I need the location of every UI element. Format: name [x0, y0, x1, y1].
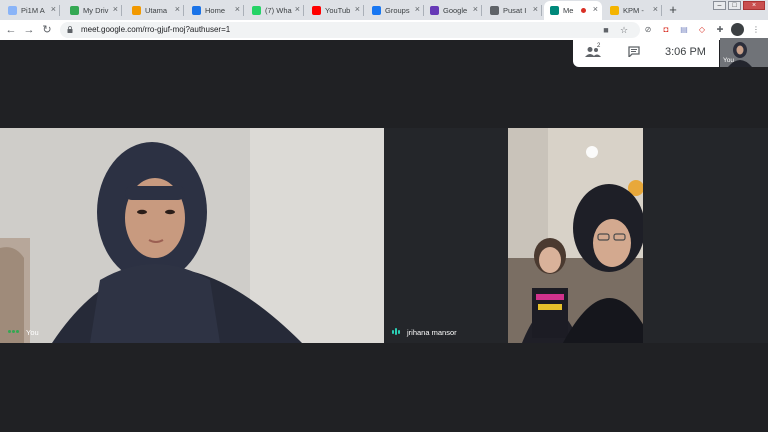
audio-indicator-icon: [754, 60, 766, 67]
tab-title: KPM -: [623, 6, 644, 15]
profile-avatar[interactable]: [731, 23, 744, 36]
tab-title: (7) Wha: [265, 6, 292, 15]
new-tab-button[interactable]: +: [666, 3, 680, 17]
browser-tab[interactable]: Groups ×: [366, 1, 424, 20]
video-tile-you[interactable]: You: [0, 128, 384, 343]
tab-strip: Pi1M A × My Driv × Utama × Home × (7) Wha × YouTub…: [0, 0, 768, 20]
tab-favicon-icon: [372, 6, 381, 15]
puzzle-icon[interactable]: ✚: [714, 24, 726, 36]
maximize-button[interactable]: □: [728, 1, 741, 10]
tab-favicon-icon: [70, 6, 79, 15]
forward-button[interactable]: →: [22, 23, 36, 37]
close-tab-icon[interactable]: ×: [51, 5, 56, 14]
extension-block-icon[interactable]: ⊘: [642, 24, 654, 36]
meeting-clock: 3:06 PM: [665, 46, 706, 58]
browser-tab[interactable]: YouTub ×: [306, 1, 364, 20]
close-tab-icon[interactable]: ×: [533, 5, 538, 14]
chat-icon[interactable]: [628, 46, 640, 57]
tab-title: Me: [563, 6, 574, 15]
browser-tab[interactable]: Me ×: [544, 1, 602, 20]
lock-icon: [67, 26, 73, 33]
extension-cast-icon[interactable]: ◇: [696, 24, 708, 36]
browser-tab[interactable]: KPM - ×: [604, 1, 662, 20]
recording-indicator-icon: [581, 8, 586, 13]
audio-indicator-icon: [8, 323, 20, 341]
extension-shield-icon[interactable]: ◘: [660, 24, 672, 36]
video-tile-jrihana-mansor[interactable]: jrihana mansor: [384, 128, 768, 343]
tab-separator: [243, 5, 244, 16]
close-tab-icon[interactable]: ×: [235, 5, 240, 14]
tab-title: Utama: [145, 6, 168, 15]
tab-separator: [303, 5, 304, 16]
tab-separator: [541, 5, 542, 16]
camera-icon[interactable]: ■: [600, 24, 612, 36]
close-tab-icon[interactable]: ×: [415, 5, 420, 14]
tab-favicon-icon: [430, 6, 439, 15]
tab-favicon-icon: [550, 6, 559, 15]
browser-tab[interactable]: Pusat I ×: [484, 1, 542, 20]
tab-title: Home: [205, 6, 226, 15]
tab-title: Pusat I: [503, 6, 527, 15]
close-tab-icon[interactable]: ×: [653, 5, 658, 14]
video-feed-you: [0, 128, 384, 343]
extension-badge-icon[interactable]: ▤: [678, 24, 690, 36]
participant-name: jrihana mansor: [407, 327, 457, 337]
tab-title: YouTub: [325, 6, 351, 15]
browser-tab[interactable]: Home ×: [186, 1, 244, 20]
close-tab-icon[interactable]: ×: [295, 5, 300, 14]
video-feed-jrihana-mansor: [508, 128, 643, 343]
tab-favicon-icon: [252, 6, 261, 15]
self-view-label: You: [723, 57, 734, 64]
more-menu-icon[interactable]: ⋮: [750, 24, 762, 36]
close-tab-icon[interactable]: ×: [473, 5, 478, 14]
tab-favicon-icon: [192, 6, 201, 15]
tab-favicon-icon: [610, 6, 619, 15]
tab-favicon-icon: [490, 6, 499, 15]
close-tab-icon[interactable]: ×: [355, 5, 360, 14]
tab-title: Google: [443, 6, 468, 15]
bookmark-star-icon[interactable]: ☆: [618, 24, 630, 36]
back-button[interactable]: ←: [4, 23, 18, 37]
browser-tab[interactable]: (7) Wha ×: [246, 1, 304, 20]
tab-title: My Driv: [83, 6, 109, 15]
browser-toolbar: ← → ↻ meet.google.com/rro-gjuf-moj?authu…: [0, 20, 768, 40]
tab-favicon-icon: [8, 6, 17, 15]
close-window-button[interactable]: ×: [743, 1, 765, 10]
self-view-thumbnail[interactable]: You: [720, 38, 768, 67]
tab-title: Groups: [385, 6, 410, 15]
tab-separator: [481, 5, 482, 16]
speaking-indicator-icon: [392, 323, 401, 341]
minimize-button[interactable]: –: [713, 1, 726, 10]
tab-favicon-icon: [312, 6, 321, 15]
participant-count: 2: [597, 43, 601, 49]
close-tab-icon[interactable]: ×: [593, 5, 598, 14]
tab-separator: [121, 5, 122, 16]
browser-tab[interactable]: My Driv ×: [64, 1, 122, 20]
browser-tab[interactable]: Pi1M A ×: [2, 1, 60, 20]
tab-separator: [59, 5, 60, 16]
close-tab-icon[interactable]: ×: [175, 5, 180, 14]
browser-tab[interactable]: Google ×: [424, 1, 482, 20]
meet-top-panel: 2 3:06 PM: [573, 38, 719, 67]
url-text: meet.google.com/rro-gjuf-moj?authuser=1: [81, 25, 231, 34]
participant-name: You: [26, 327, 39, 337]
address-bar[interactable]: meet.google.com/rro-gjuf-moj?authuser=1 …: [60, 22, 640, 38]
reload-button[interactable]: ↻: [40, 23, 54, 37]
tab-separator: [363, 5, 364, 16]
participant-label-jrihana-mansor: jrihana mansor: [392, 326, 457, 338]
tab-title: Pi1M A: [21, 6, 45, 15]
tab-separator: [661, 5, 662, 16]
browser-tab[interactable]: Utama ×: [126, 1, 184, 20]
close-tab-icon[interactable]: ×: [113, 5, 118, 14]
participant-label-you: You: [8, 326, 39, 338]
tab-favicon-icon: [132, 6, 141, 15]
tab-separator: [183, 5, 184, 16]
